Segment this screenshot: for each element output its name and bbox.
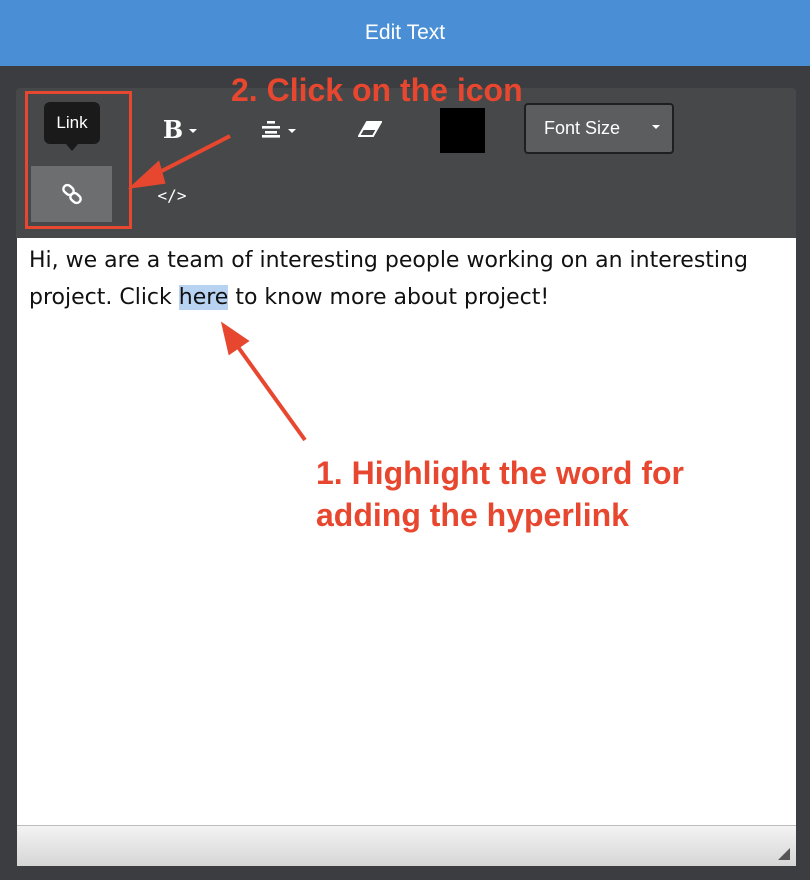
font-size-dropdown[interactable]: Font Size [524,103,674,154]
annotation-step-2: 2. Click on the icon [231,72,523,108]
chevron-down-icon [652,125,660,129]
eraser-icon [358,121,382,137]
dialog-title: Edit Text [364,21,446,44]
annotation-step-1: 1. Highlight the word for adding the hyp… [316,452,756,536]
text-color-button[interactable] [440,108,485,153]
bold-icon: B [162,114,184,144]
code-view-button[interactable]: </> [150,176,194,214]
annotation-highlight-box [25,91,132,229]
selected-word[interactable]: here [178,285,229,310]
dialog-title-bar: Edit Text [0,0,810,66]
clear-format-button[interactable] [348,108,392,150]
font-size-label: Font Size [544,118,621,138]
align-dropdown-button[interactable] [248,108,308,150]
resize-handle-icon[interactable] [778,848,790,860]
bold-dropdown-button[interactable]: B [150,108,210,150]
editor-text-after: to know more about project! [228,285,550,310]
chevron-down-icon [288,128,296,133]
chevron-down-icon [189,128,198,133]
annotation-step-1-line-1: 1. Highlight the word for [316,455,684,491]
editor-toolbar [16,88,796,238]
editor-content[interactable]: Hi, we are a team of interesting people … [29,242,784,316]
annotation-step-1-line-2: adding the hyperlink [316,497,629,533]
code-icon: </> [157,185,187,205]
align-icon [262,121,280,138]
editor-status-bar [17,825,796,866]
